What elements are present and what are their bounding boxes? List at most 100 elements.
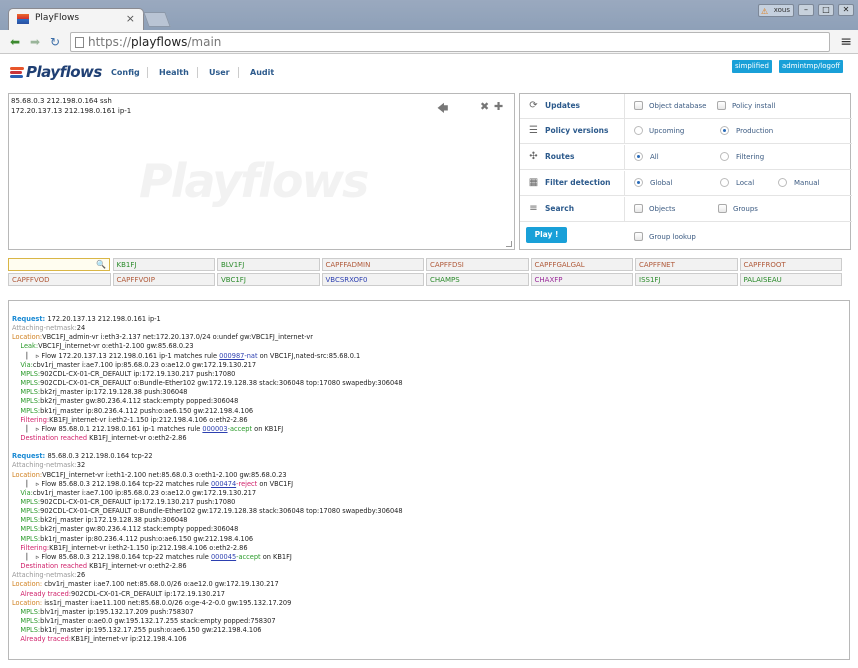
menu-icon[interactable]: ≡ (840, 34, 852, 50)
trace-line: Leak:VBC1FJ_internet-vr o:eth1-2.100 gw:… (12, 342, 193, 351)
rule-link[interactable]: 000987 (219, 352, 244, 360)
object-database-checkbox[interactable] (634, 101, 643, 110)
trace-text: on VBC1FJ (257, 479, 294, 488)
routes-icon: ✣ (529, 151, 538, 162)
local-radio[interactable] (720, 178, 729, 187)
device-button-kb1fj[interactable]: KB1FJ (112, 258, 215, 271)
address-bar[interactable]: https://playflows/main (70, 32, 830, 52)
browser-toolbar: ⬅ ➡ ↻ https://playflows/main ≡ (0, 30, 858, 54)
logo-mark-icon (10, 67, 24, 79)
device-button-capffvod[interactable]: CAPFFVOD (8, 273, 111, 286)
updates-row: ⟳ Updates Object database Policy install (520, 94, 852, 119)
trace-text: 902CDL-CX-01-CR_DEFAULT ip:172.19.130.21… (40, 369, 236, 378)
device-button-vbcsrxof0[interactable]: VBCSRXOF0 (321, 273, 424, 286)
all-radio[interactable] (634, 152, 643, 161)
device-button-capffvoip[interactable]: CAPFFVOIP (112, 273, 215, 286)
filtering-radio[interactable] (720, 152, 729, 161)
rule-link[interactable]: 000045 (211, 553, 236, 561)
global-radio[interactable] (634, 178, 643, 187)
nav-separator (197, 67, 198, 78)
device-button-champs[interactable]: CHAMPS (426, 273, 529, 286)
trace-text: bk1rj_master ip:195.132.17.255 push:o:ae… (40, 626, 262, 635)
rule-link[interactable]: 000474 (211, 480, 236, 488)
trace-line: MPLS:902CDL-CX-01-CR_DEFAULT o:Bundle-Et… (12, 507, 402, 516)
tab-close-icon[interactable]: × (126, 12, 135, 25)
device-button-capffnet[interactable]: CAPFFNET (635, 258, 738, 271)
trace-text: bk2rj_master ip:172.19.128.38 push:30604… (40, 516, 188, 525)
trace-line: Location:VBC1FJ_internet-vr i:eth1-2.100… (12, 471, 287, 480)
rule-link[interactable]: 000003 (202, 425, 227, 433)
trace-text: ▏ ▹ Flow 85.68.0.1 212.198.0.161 ip-1 ma… (12, 424, 203, 433)
trace-text: KB1FJ_internet-vr i:eth2-1.150 ip:212.19… (49, 415, 248, 424)
profile-badge[interactable]: ⚠ xous (758, 4, 794, 17)
group-lookup-checkbox[interactable] (634, 232, 643, 241)
trace-text: cbv1rj_master i:ae7.100 ip:85.68.0.23 o:… (32, 488, 257, 497)
nav-config[interactable]: Config (111, 68, 140, 77)
group-lookup-label: Group lookup (649, 233, 696, 241)
arrow-left-icon[interactable]: 🡄 (437, 100, 448, 119)
search-row: ≡ Search Objects Groups (520, 197, 852, 222)
upcoming-radio[interactable] (634, 126, 643, 135)
local-label: Local (736, 179, 755, 187)
clear-icon[interactable]: ✖ (480, 100, 489, 113)
trace-text: Location: (12, 598, 43, 607)
query-line: 172.20.137.13 212.198.0.161 ip-1 (11, 107, 132, 115)
trace-text: -accept (236, 552, 261, 561)
nav-audit[interactable]: Audit (250, 68, 274, 77)
nav-user[interactable]: User (209, 68, 230, 77)
device-button-capffgalgal[interactable]: CAPFFGALGAL (530, 258, 633, 271)
trace-text: Request: (12, 315, 48, 323)
trace-line: Request: 85.68.0.3 212.198.0.164 tcp-22 (12, 452, 153, 461)
page-icon (75, 37, 84, 48)
back-icon[interactable]: ⬅ (7, 34, 23, 50)
play-row: Play ! Group lookup (520, 223, 852, 250)
trace-line: Via:cbv1rj_master i:ae7.100 ip:85.68.0.2… (12, 361, 256, 370)
add-icon[interactable]: ✚ (494, 100, 503, 113)
forward-icon[interactable]: ➡ (27, 34, 43, 50)
trace-text: -nat (244, 351, 258, 360)
logoff-button[interactable]: admintmp/logoff (779, 60, 844, 73)
policy-versions-row: ☰ Policy versions Upcoming Production (520, 119, 852, 144)
minimize-button[interactable]: – (798, 4, 814, 16)
trace-text: 32 (76, 461, 86, 470)
maximize-button[interactable]: □ (818, 4, 834, 16)
objects-checkbox[interactable] (634, 204, 643, 213)
device-button-chaxfp[interactable]: CHAXFP (530, 273, 633, 286)
device-button-blv1fj[interactable]: BLV1FJ (217, 258, 320, 271)
trace-text: MPLS: (12, 397, 41, 406)
search-icon: 🔍 (96, 260, 106, 269)
device-button-iss1fj[interactable]: ISS1FJ (635, 273, 738, 286)
trace-line: MPLS:902CDL-CX-01-CR_DEFAULT ip:172.19.1… (12, 498, 235, 507)
browser-tab[interactable]: PlayFlows × (8, 8, 144, 30)
policy-icon: ☰ (529, 125, 538, 136)
resize-grip-icon[interactable] (506, 241, 512, 247)
device-button-capffdsi[interactable]: CAPFFDSI (426, 258, 529, 271)
close-window-button[interactable]: ✕ (838, 4, 854, 16)
query-textarea[interactable]: Playflows 85.68.0.3 212.198.0.164 ssh 17… (8, 93, 515, 250)
trace-text: 172.20.137.13 212.198.0.161 ip-1 (47, 315, 161, 323)
play-button[interactable]: Play ! (526, 227, 567, 243)
filter-detection-row: ▦ Filter detection Global Local Manual (520, 171, 852, 196)
reload-icon[interactable]: ↻ (47, 34, 63, 50)
trace-text: KB1FJ_internet-vr i:eth2-1.150 ip:212.19… (49, 543, 248, 552)
device-button-vbc1fj[interactable]: VBC1FJ (217, 273, 320, 286)
url-text: https://playflows/main (88, 35, 222, 49)
manual-radio[interactable] (778, 178, 787, 187)
device-button-capffadmin[interactable]: CAPFFADMIN (321, 258, 424, 271)
production-radio[interactable] (720, 126, 729, 135)
filter-icon: ▦ (528, 177, 539, 188)
nav-health[interactable]: Health (159, 68, 189, 77)
groups-checkbox[interactable] (718, 204, 727, 213)
policy-install-checkbox[interactable] (717, 101, 726, 110)
trace-text: MPLS: (12, 607, 41, 616)
device-search-input[interactable]: 🔍 (8, 258, 110, 271)
new-tab-button[interactable] (143, 12, 171, 27)
trace-text: KB1FJ_internet-vr o:eth2-2.86 (89, 433, 187, 442)
trace-text: Filtering: (12, 543, 50, 552)
trace-text: MPLS: (12, 369, 41, 378)
simplified-button[interactable]: simplified (732, 60, 772, 73)
device-button-palaiseau[interactable]: PALAISEAU (739, 273, 842, 286)
trace-line: MPLS:bk2rj_master gw:80.236.4.112 stack:… (12, 397, 238, 406)
device-button-capffroot[interactable]: CAPFFROOT (739, 258, 842, 271)
nav-separator (238, 67, 239, 78)
